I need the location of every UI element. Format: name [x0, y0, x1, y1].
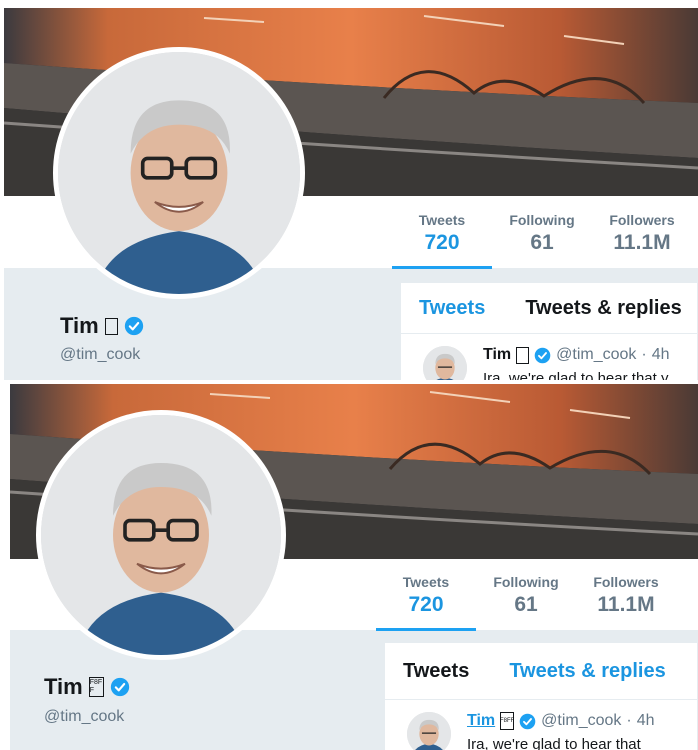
stat-following[interactable]: Following 61 [492, 206, 592, 255]
verified-badge-icon [124, 316, 143, 336]
stat-value: 720 [424, 231, 460, 254]
stat-label: Following [509, 212, 575, 228]
missing-glyph-icon [104, 317, 118, 335]
profile-name: Tim [44, 674, 83, 699]
tweet-item[interactable]: Tim F8FF @tim_cook · 4h Ira, we're glad … [385, 700, 697, 750]
tab-tweets[interactable]: Tweets [403, 660, 469, 683]
stat-value: 61 [514, 593, 538, 616]
stat-label: Tweets [418, 212, 466, 228]
verified-badge-icon [110, 677, 129, 697]
profile-name-row: Tim [60, 313, 144, 339]
stat-label: Tweets [402, 574, 450, 590]
tweet-header: Tim @tim_cook · 4h [483, 346, 670, 364]
profile-handle: @tim_cook [44, 708, 125, 725]
tweet-text: Ira, we're glad to hear that [467, 736, 641, 750]
tweet-avatar[interactable] [423, 346, 467, 380]
profile-name-row: Tim F8FF [44, 674, 130, 700]
profile-handle: @tim_cook [60, 346, 141, 363]
missing-glyph-icon [516, 346, 530, 364]
stat-label: Followers [593, 574, 659, 590]
stat-value: 61 [530, 231, 554, 254]
tweet-timestamp[interactable]: 4h [652, 346, 670, 364]
tweet-author-name[interactable]: Tim [467, 712, 495, 730]
tweet-text: Ira, we're glad to hear that y [483, 370, 669, 380]
timeline-card: Tweets Tweets & replies Tim F8FF @tim_co… [384, 642, 698, 750]
stat-followers[interactable]: Followers 11.1M [592, 206, 692, 255]
stat-label: Following [493, 574, 559, 590]
tweet-author-handle[interactable]: @tim_cook [541, 712, 621, 730]
tab-tweets-replies[interactable]: Tweets & replies [509, 660, 665, 683]
tweet-timestamp[interactable]: 4h [637, 712, 655, 730]
missing-glyph-icon: F8FF [88, 677, 104, 697]
tweet-item[interactable]: Tim @tim_cook · 4h Ira, we're glad to he… [401, 334, 697, 380]
tweet-avatar[interactable] [407, 712, 451, 750]
profile-avatar[interactable] [36, 410, 286, 660]
verified-badge-icon [534, 347, 551, 363]
tweet-separator: · [626, 712, 632, 729]
stat-value: 720 [408, 593, 444, 616]
profile-panel-top: Tweets 720 Following 61 Followers 11.1M … [0, 0, 698, 380]
missing-glyph-icon: F8FF [500, 712, 514, 730]
timeline-tabs: Tweets Tweets & replies [401, 283, 697, 334]
verified-badge-icon [519, 713, 536, 729]
timeline-card: Tweets Tweets & replies Tim @tim_cook · … [400, 282, 698, 380]
stat-label: Followers [609, 212, 675, 228]
tweet-author-handle[interactable]: @tim_cook [556, 346, 636, 364]
profile-avatar[interactable] [53, 47, 305, 299]
stat-tweets[interactable]: Tweets 720 [392, 206, 492, 269]
stat-following[interactable]: Following 61 [476, 568, 576, 617]
stat-followers[interactable]: Followers 11.1M [576, 568, 676, 617]
tweet-separator: · [641, 346, 647, 363]
tab-tweets-replies[interactable]: Tweets & replies [525, 297, 681, 320]
stat-value: 11.1M [613, 231, 671, 254]
tweet-header: Tim F8FF @tim_cook · 4h [467, 712, 655, 730]
profile-name: Tim [60, 313, 99, 338]
profile-stats: Tweets 720 Following 61 Followers 11.1M [392, 206, 692, 269]
timeline-tabs: Tweets Tweets & replies [385, 643, 697, 700]
tab-tweets[interactable]: Tweets [419, 297, 485, 320]
stat-value: 11.1M [597, 593, 655, 616]
tweet-author-name[interactable]: Tim [483, 346, 511, 364]
stat-tweets[interactable]: Tweets 720 [376, 568, 476, 631]
profile-panel-bottom: Tweets 720 Following 61 Followers 11.1M … [0, 384, 698, 750]
profile-stats: Tweets 720 Following 61 Followers 11.1M [376, 568, 676, 631]
